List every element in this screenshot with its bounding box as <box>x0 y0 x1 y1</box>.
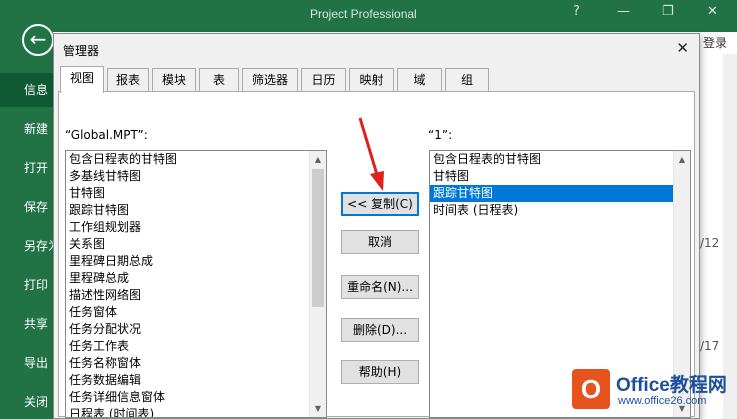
backstage-item-save-as[interactable]: 另存为 <box>0 229 53 263</box>
list-item[interactable]: 包含日程表的甘特图 <box>430 151 690 168</box>
scroll-thumb[interactable] <box>312 169 324 307</box>
list-item[interactable]: 任务窗体 <box>66 304 326 321</box>
side-date: /12 <box>700 236 720 250</box>
list-item[interactable]: 任务数据编辑 <box>66 372 326 389</box>
right-items: 包含日程表的甘特图 甘特图 跟踪甘特图 时间表 (日程表) <box>430 151 690 219</box>
backstage-item-open[interactable]: 打开 <box>0 151 53 185</box>
office-logo-icon: O <box>572 369 610 409</box>
tab-tables[interactable]: 表 <box>199 68 239 92</box>
page-scrollbar[interactable] <box>723 54 737 419</box>
list-item[interactable]: 包含日程表的甘特图 <box>66 151 326 168</box>
dialog-title: 管理器 <box>63 44 100 58</box>
restore-icon[interactable]: ❐ <box>662 4 674 19</box>
rename-button[interactable]: 重命名(N)... <box>341 275 419 299</box>
scroll-up-icon[interactable]: ▲ <box>674 151 690 168</box>
tab-maps[interactable]: 映射 <box>349 68 394 92</box>
logo-url: www.office26.com <box>618 395 707 407</box>
backstage-sidebar: ← 信息 新建 打开 保存 另存为 打印 共享 导出 关闭 <box>0 0 54 419</box>
tab-calendars[interactable]: 日历 <box>301 68 346 92</box>
backstage-item-share[interactable]: 共享 <box>0 307 53 341</box>
backstage-item-print[interactable]: 打印 <box>0 268 53 302</box>
login-link[interactable]: 登录 <box>703 34 727 51</box>
app-title: Project Professional <box>310 7 417 21</box>
list-item[interactable]: 描述性网络图 <box>66 287 326 304</box>
backstage-item-save[interactable]: 保存 <box>0 190 53 224</box>
office-logo: O Office教程网 www.office26.com <box>572 367 732 415</box>
left-list-scrollbar[interactable]: ▲ ▼ <box>309 151 326 417</box>
list-item[interactable]: 时间表 (日程表) <box>430 202 690 219</box>
tab-fields[interactable]: 域 <box>397 68 442 92</box>
window-close-icon[interactable]: ✕ <box>707 4 718 19</box>
tab-reports[interactable]: 报表 <box>107 68 149 92</box>
close-icon[interactable]: ✕ <box>676 39 689 57</box>
left-items: 包含日程表的甘特图 多基线甘特图 甘特图 跟踪甘特图 工作组规划器 关系图 里程碑日期总成里… <box>66 151 326 417</box>
list-item[interactable]: 里程碑日期总成 <box>66 253 326 270</box>
right-list-caption: “1”: <box>428 128 453 142</box>
list-item[interactable]: 任务详细信息窗体 <box>66 389 326 406</box>
list-item[interactable]: 甘特图 <box>430 168 690 185</box>
copy-button[interactable]: << 复制(C) <box>341 192 419 216</box>
list-item[interactable]: 里程碑总成 <box>66 270 326 287</box>
list-item[interactable]: 任务工作表 <box>66 338 326 355</box>
list-item[interactable]: 关系图 <box>66 236 326 253</box>
list-item[interactable]: 跟踪甘特图 <box>430 185 690 202</box>
list-item[interactable]: 多基线甘特图 <box>66 168 326 185</box>
tab-modules[interactable]: 模块 <box>152 68 196 92</box>
help-icon[interactable]: ? <box>573 4 580 19</box>
tab-views[interactable]: 视图 <box>60 66 104 93</box>
backstage-item-info[interactable]: 信息 <box>0 73 53 107</box>
annotation-arrow-icon <box>358 117 384 191</box>
delete-button[interactable]: 删除(D)... <box>341 318 419 342</box>
global-views-list[interactable]: 包含日程表的甘特图 多基线甘特图 甘特图 跟踪甘特图 工作组规划器 关系图 里程碑日期总成里… <box>65 150 327 418</box>
tab-filters[interactable]: 筛选器 <box>242 68 298 92</box>
list-item[interactable]: 日程表 (时间表) <box>66 406 326 417</box>
organizer-dialog: 管理器 ✕ 视图 报表 模块 表 筛选器 日历 映射 域 组 “Global.M… <box>53 33 700 419</box>
backstage-item-export[interactable]: 导出 <box>0 346 53 380</box>
list-item[interactable]: 跟踪甘特图 <box>66 202 326 219</box>
logo-text: Office教程网 <box>616 375 727 396</box>
list-item[interactable]: 工作组规划器 <box>66 219 326 236</box>
list-item[interactable]: 甘特图 <box>66 185 326 202</box>
list-item[interactable]: 任务名称窗体 <box>66 355 326 372</box>
left-list-caption: “Global.MPT”: <box>65 128 148 142</box>
tab-strip: 视图 报表 模块 表 筛选器 日历 映射 域 组 <box>60 66 490 93</box>
back-arrow-icon[interactable]: ← <box>22 24 54 56</box>
tab-groups[interactable]: 组 <box>445 68 489 92</box>
backstage-item-close[interactable]: 关闭 <box>0 385 53 419</box>
help-button[interactable]: 帮助(H) <box>341 360 419 384</box>
scroll-down-icon[interactable]: ▼ <box>310 400 326 417</box>
side-date: /17 <box>700 339 720 353</box>
backstage-item-new[interactable]: 新建 <box>0 112 53 146</box>
cancel-button[interactable]: 取消 <box>341 230 419 254</box>
scroll-up-icon[interactable]: ▲ <box>310 151 326 168</box>
list-item[interactable]: 任务分配状况 <box>66 321 326 338</box>
minimize-icon[interactable]: — <box>617 4 630 19</box>
